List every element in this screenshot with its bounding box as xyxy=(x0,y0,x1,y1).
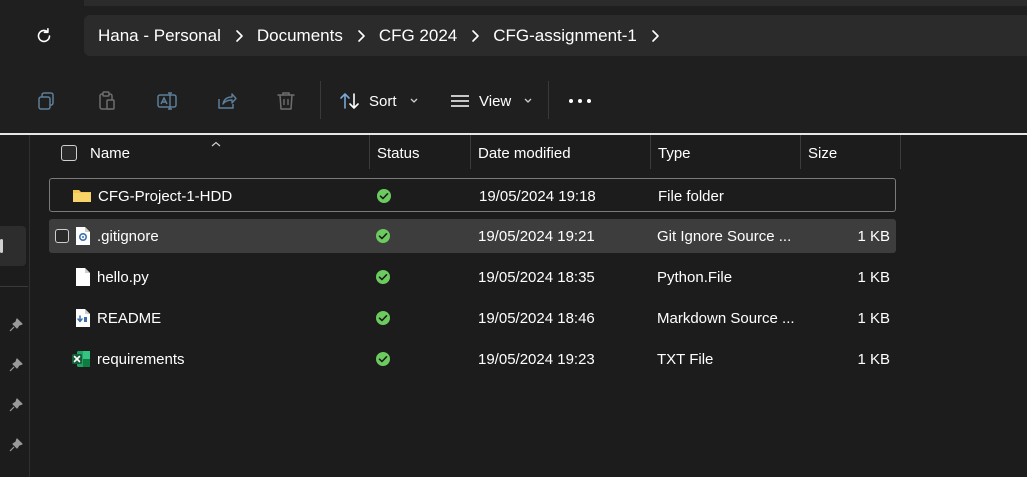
address-bar-top-strip xyxy=(84,0,1027,6)
file-type: Markdown Source ... xyxy=(657,310,795,327)
view-icon xyxy=(451,95,469,107)
nav-selection-indicator xyxy=(0,239,3,253)
excel-file-icon xyxy=(71,349,91,369)
refresh-icon xyxy=(37,28,51,43)
synced-status-icon xyxy=(375,269,391,285)
select-all-checkbox[interactable] xyxy=(61,145,77,161)
file-type: Git Ignore Source ... xyxy=(657,228,792,245)
command-bar: Sort View xyxy=(0,67,1027,133)
share-icon xyxy=(218,93,237,109)
column-header-size[interactable]: Size xyxy=(808,145,837,162)
file-name: README xyxy=(97,310,162,327)
file-type: Python.File xyxy=(657,269,733,286)
file-date-modified: 19/05/2024 19:18 xyxy=(479,188,596,205)
column-header: Name Status Date modified Type Size xyxy=(48,135,901,171)
clipboard-icon xyxy=(99,91,115,110)
rename-button[interactable] xyxy=(154,88,180,114)
file-size: 1 KB xyxy=(857,351,890,368)
synced-status-icon xyxy=(375,310,391,326)
refresh-button[interactable] xyxy=(30,22,58,50)
column-header-status[interactable]: Status xyxy=(377,145,420,162)
copy-button[interactable] xyxy=(33,88,59,114)
file-row-requirements[interactable]: requirements 19/05/2024 19:23 TXT File 1… xyxy=(49,342,896,376)
toolbar-divider xyxy=(548,81,549,119)
file-row-gitignore[interactable]: .gitignore 19/05/2024 19:21 Git Ignore S… xyxy=(49,219,896,253)
delete-button[interactable] xyxy=(273,88,299,114)
breadcrumb-chevron-icon[interactable] xyxy=(221,29,257,43)
pin-icon[interactable] xyxy=(8,357,24,373)
file-type: File folder xyxy=(658,188,724,205)
file-name: hello.py xyxy=(97,269,149,286)
more-options-button[interactable] xyxy=(567,87,593,115)
more-icon xyxy=(569,99,591,103)
file-row-hello-py[interactable]: hello.py 19/05/2024 18:35 Python.File 1 … xyxy=(49,260,896,294)
pin-icon[interactable] xyxy=(8,437,24,453)
pin-icon[interactable] xyxy=(8,317,24,333)
file-row-readme[interactable]: README 19/05/2024 18:46 Markdown Source … xyxy=(49,301,896,335)
toolbar-divider xyxy=(320,81,321,119)
chevron-down-icon xyxy=(410,98,417,103)
file-row-cfg-project-1-hdd[interactable]: CFG-Project-1-HDD 19/05/2024 19:18 File … xyxy=(49,178,896,212)
file-name: CFG-Project-1-HDD xyxy=(98,188,233,205)
rename-icon xyxy=(157,92,177,110)
column-header-name[interactable]: Name xyxy=(90,145,130,162)
column-divider[interactable] xyxy=(650,135,651,169)
address-bar-region: Hana - Personal Documents CFG 2024 CFG-a… xyxy=(0,0,1027,67)
nav-selected-item[interactable] xyxy=(0,226,26,266)
synced-status-icon xyxy=(376,188,392,204)
sort-icon xyxy=(340,93,359,109)
markdown-file-icon xyxy=(73,308,93,328)
breadcrumb: Hana - Personal Documents CFG 2024 CFG-a… xyxy=(84,15,1027,56)
file-date-modified: 19/05/2024 18:35 xyxy=(478,269,595,286)
column-divider[interactable] xyxy=(900,135,901,169)
breadcrumb-chevron-icon[interactable] xyxy=(637,29,673,43)
column-divider[interactable] xyxy=(470,135,471,169)
column-divider[interactable] xyxy=(800,135,801,169)
synced-status-icon xyxy=(375,351,391,367)
blank-file-icon xyxy=(73,267,93,287)
folder-icon xyxy=(72,186,92,206)
breadcrumb-item-cfg-2024[interactable]: CFG 2024 xyxy=(379,26,457,46)
chevron-down-icon xyxy=(524,98,532,103)
gear-file-icon xyxy=(73,226,93,246)
column-divider[interactable] xyxy=(369,135,370,169)
share-button[interactable] xyxy=(214,88,240,114)
copy-icon xyxy=(38,92,54,110)
file-size: 1 KB xyxy=(857,310,890,327)
file-date-modified: 19/05/2024 18:46 xyxy=(478,310,595,327)
file-type: TXT File xyxy=(657,351,714,368)
nav-divider xyxy=(0,286,28,287)
column-header-date-modified[interactable]: Date modified xyxy=(478,145,571,162)
sort-label: Sort xyxy=(369,92,397,110)
breadcrumb-item-cfg-assignment-1[interactable]: CFG-assignment-1 xyxy=(493,26,637,46)
sort-ascending-icon xyxy=(210,135,222,153)
breadcrumb-chevron-icon[interactable] xyxy=(343,29,379,43)
file-date-modified: 19/05/2024 19:21 xyxy=(478,228,595,245)
file-name: requirements xyxy=(97,351,185,368)
view-label: View xyxy=(479,92,512,110)
row-checkbox[interactable] xyxy=(55,229,69,243)
view-button[interactable]: View xyxy=(449,87,533,115)
file-name: .gitignore xyxy=(97,228,159,245)
paste-button[interactable] xyxy=(94,88,120,114)
breadcrumb-chevron-icon[interactable] xyxy=(457,29,493,43)
breadcrumb-item-hana-personal[interactable]: Hana - Personal xyxy=(98,26,221,46)
file-size: 1 KB xyxy=(857,269,890,286)
synced-status-icon xyxy=(375,228,391,244)
navigation-pane xyxy=(0,135,30,477)
pin-icon[interactable] xyxy=(8,397,24,413)
file-date-modified: 19/05/2024 19:23 xyxy=(478,351,595,368)
breadcrumb-item-documents[interactable]: Documents xyxy=(257,26,343,46)
trash-icon xyxy=(277,92,295,110)
sort-button[interactable]: Sort xyxy=(339,87,419,115)
file-size: 1 KB xyxy=(857,228,890,245)
column-header-type[interactable]: Type xyxy=(658,145,691,162)
